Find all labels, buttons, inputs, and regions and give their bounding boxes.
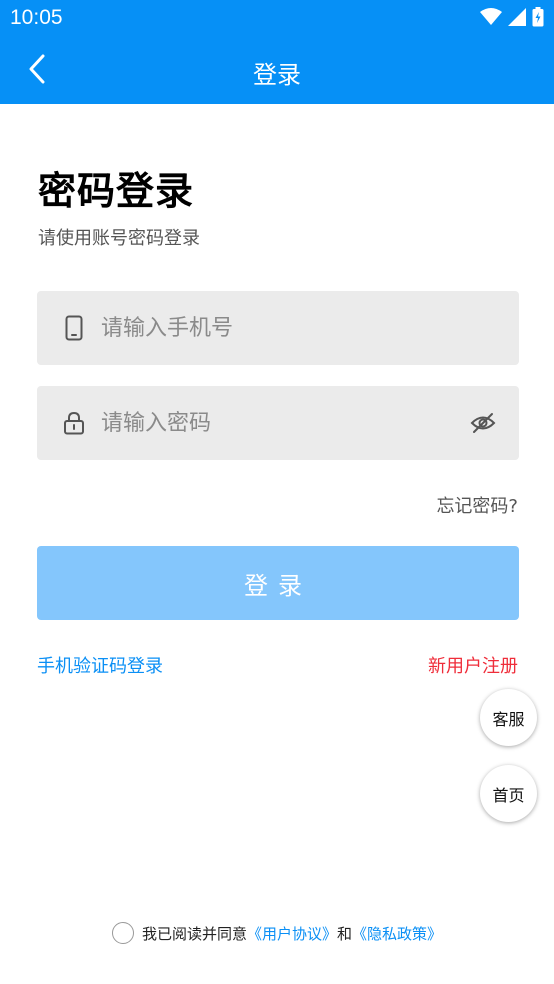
- lock-icon: [61, 410, 87, 436]
- forgot-password-link[interactable]: 忘记密码?: [436, 492, 518, 518]
- signal-icon: [508, 8, 526, 30]
- eye-off-icon[interactable]: [469, 410, 497, 436]
- register-link[interactable]: 新用户注册: [428, 652, 518, 678]
- app-bar: 登录: [0, 38, 554, 104]
- page-title: 登录: [253, 61, 301, 89]
- status-bar: 10:05: [0, 0, 554, 38]
- login-heading: 密码登录: [38, 169, 195, 213]
- password-field: [37, 386, 519, 460]
- wifi-icon: [480, 8, 502, 30]
- status-time: 10:05: [10, 6, 63, 29]
- agreement-conjunction: 和: [337, 924, 353, 943]
- agreement-prefix: 我已阅读并同意: [141, 924, 247, 943]
- phone-input[interactable]: [101, 291, 461, 365]
- home-button[interactable]: 首页: [480, 765, 537, 822]
- phone-field: [37, 291, 519, 365]
- privacy-policy-link[interactable]: 《隐私政策》: [352, 923, 442, 944]
- login-subheading: 请使用账号密码登录: [38, 228, 200, 249]
- agreement-row: 我已阅读并同意 《用户协议》 和 《隐私政策》: [0, 922, 554, 944]
- login-button[interactable]: 登录: [37, 546, 519, 620]
- user-agreement-link[interactable]: 《用户协议》: [247, 923, 337, 944]
- sms-login-link[interactable]: 手机验证码登录: [37, 652, 163, 678]
- customer-service-button[interactable]: 客服: [480, 689, 537, 746]
- status-icons: [480, 7, 544, 31]
- password-input[interactable]: [101, 386, 461, 460]
- agreement-checkbox[interactable]: [111, 922, 134, 944]
- battery-icon: [532, 7, 544, 31]
- phone-icon: [61, 315, 87, 341]
